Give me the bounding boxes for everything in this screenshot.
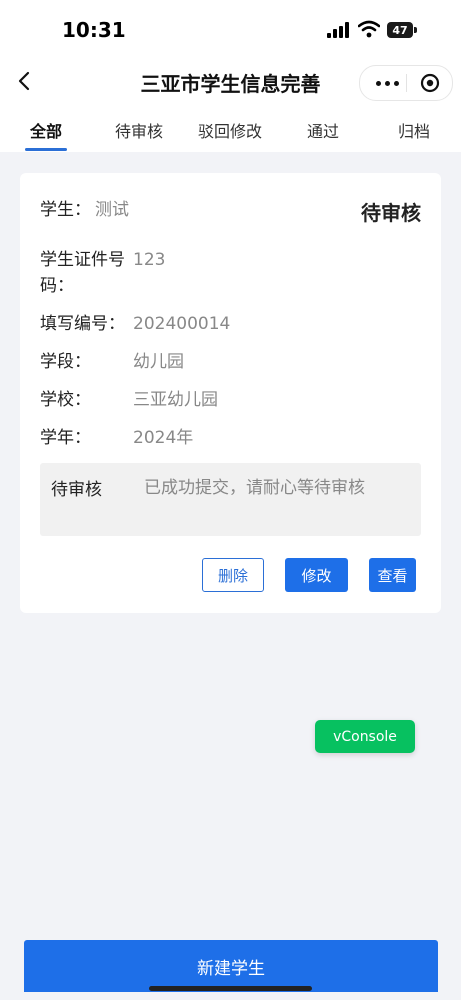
status-bar: 10:31 47	[0, 0, 461, 60]
student-row: 学生： 测试	[40, 197, 129, 223]
review-notice: 待审核 已成功提交，请耐心等待审核	[40, 463, 421, 536]
form-no-value: 202400014	[133, 314, 231, 334]
battery-icon: 47	[387, 22, 413, 38]
battery-level: 47	[392, 23, 408, 37]
notice-status: 待审核	[51, 480, 102, 500]
delete-button[interactable]: 删除	[202, 558, 264, 592]
id-label-line2: 码：	[40, 276, 74, 296]
year-label: 学年：	[40, 428, 91, 448]
school-label: 学校：	[40, 390, 91, 410]
active-tab-indicator	[25, 148, 67, 151]
student-value: 测试	[95, 200, 129, 220]
student-record-card: 学生： 测试 待审核 学生证件号 码： 123 填写编号： 202400014 学…	[20, 173, 441, 613]
battery-tip	[414, 27, 417, 33]
status-badge: 待审核	[361, 201, 421, 225]
close-target-icon[interactable]	[420, 73, 440, 93]
filter-tabs: 全部 待审核 驳回修改 通过 归档	[0, 104, 461, 152]
stage-value: 幼儿园	[133, 352, 184, 372]
view-button[interactable]: 查看	[369, 558, 416, 592]
id-value: 123	[133, 250, 166, 270]
form-no-label: 填写编号：	[40, 314, 125, 334]
wifi-icon	[358, 20, 380, 38]
signal-icon	[327, 22, 349, 38]
home-indicator	[149, 986, 312, 991]
new-student-button[interactable]: 新建学生	[24, 940, 438, 992]
top-bar: 10:31 47 三亚市学生信息完善 全部 待审核 驳回修改 通过 归档	[0, 0, 461, 152]
tab-all[interactable]: 全部	[30, 118, 62, 142]
id-label-line1: 学生证件号	[40, 250, 125, 270]
mini-program-capsule	[359, 65, 453, 101]
vconsole-button[interactable]: vConsole	[315, 720, 415, 753]
edit-button[interactable]: 修改	[285, 558, 348, 592]
capsule-divider	[406, 74, 407, 92]
tab-rejected[interactable]: 驳回修改	[198, 118, 262, 142]
tab-pending[interactable]: 待审核	[115, 118, 163, 142]
tab-approved[interactable]: 通过	[307, 118, 339, 142]
stage-label: 学段：	[40, 352, 91, 372]
student-label: 学生：	[40, 200, 91, 220]
nav-bar: 三亚市学生信息完善	[0, 60, 461, 104]
notice-message: 已成功提交，请耐心等待审核	[144, 478, 365, 498]
more-icon[interactable]	[376, 81, 399, 86]
year-value: 2024年	[133, 428, 194, 448]
status-time: 10:31	[62, 18, 126, 42]
school-value: 三亚幼儿园	[133, 390, 218, 410]
tab-archived[interactable]: 归档	[398, 118, 430, 142]
